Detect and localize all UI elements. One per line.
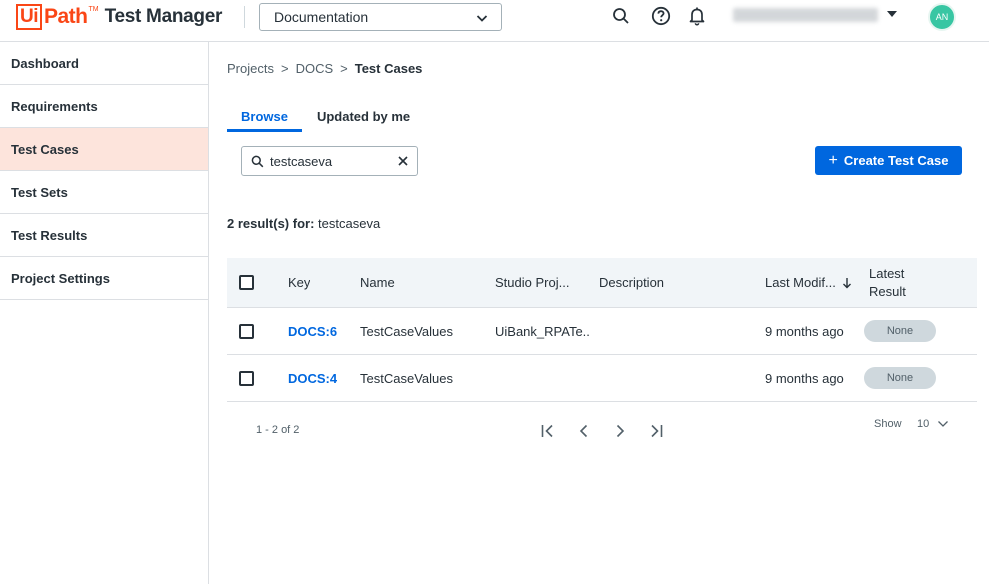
bell-icon[interactable] <box>686 5 708 27</box>
sidebar-item-project-settings[interactable]: Project Settings <box>0 257 208 300</box>
row-checkbox-cell <box>239 355 254 401</box>
column-header-latest-result-line2: Result <box>869 283 906 299</box>
sidebar-item-test-results[interactable]: Test Results <box>0 214 208 257</box>
page-size-label: Show <box>874 418 902 430</box>
breadcrumb-test-cases: Test Cases <box>354 61 423 76</box>
test-case-key-link[interactable]: DOCS:4 <box>288 355 337 401</box>
select-all-checkbox-cell <box>239 258 254 307</box>
logo-ui-mark: Ui <box>16 4 42 30</box>
tab-bar: Browse Updated by me <box>227 100 424 132</box>
sort-arrow-down-icon[interactable] <box>842 277 852 289</box>
create-test-case-button[interactable]: + Create Test Case <box>815 146 962 175</box>
last-page-icon[interactable] <box>646 421 666 441</box>
chevron-down-icon <box>475 11 489 28</box>
caret-down-icon[interactable] <box>887 11 897 17</box>
avatar[interactable]: AN <box>928 3 956 31</box>
chevron-down-icon[interactable] <box>937 419 949 429</box>
app-header: Ui Path TM Test Manager Documentation AN <box>0 0 989 42</box>
results-summary: 2 result(s) for: testcaseva <box>227 216 380 231</box>
tab-updated-by-me[interactable]: Updated by me <box>302 100 424 132</box>
help-icon[interactable] <box>650 5 672 27</box>
first-page-icon[interactable] <box>538 421 558 441</box>
search-icon[interactable] <box>610 5 632 27</box>
column-header-last-modified-label: Last Modif... <box>765 275 836 290</box>
test-case-studio-project: UiBank_RPATe... <box>495 323 591 339</box>
select-all-checkbox[interactable] <box>239 275 254 290</box>
project-selector-value: Documentation <box>274 9 369 25</box>
user-name-blurred[interactable] <box>733 8 878 22</box>
plus-icon: + <box>828 151 838 169</box>
test-cases-table: Key Name Studio Proj... Description Last… <box>227 258 977 402</box>
header-divider <box>244 6 245 28</box>
uipath-logo[interactable]: Ui Path TM Test Manager <box>16 3 222 31</box>
sidebar-item-test-cases[interactable]: Test Cases <box>0 128 208 171</box>
breadcrumb: Projects > DOCS > Test Cases <box>227 61 422 76</box>
logo-trademark: TM <box>88 5 99 13</box>
search-input[interactable] <box>270 153 390 169</box>
breadcrumb-projects[interactable]: Projects <box>227 61 274 76</box>
sidebar-nav: Dashboard Requirements Test Cases Test S… <box>0 42 209 584</box>
breadcrumb-docs[interactable]: DOCS <box>296 61 334 76</box>
column-header-latest-result-line1: Latest <box>869 265 905 281</box>
sidebar-item-dashboard[interactable]: Dashboard <box>0 42 208 85</box>
previous-page-icon[interactable] <box>574 421 594 441</box>
row-checkbox-cell <box>239 308 254 354</box>
tab-browse[interactable]: Browse <box>227 100 302 132</box>
column-header-latest-result[interactable]: Latest Result <box>869 258 906 307</box>
latest-result-cell: None <box>864 355 936 401</box>
status-badge: None <box>864 320 936 342</box>
next-page-icon[interactable] <box>610 421 630 441</box>
test-case-key-link[interactable]: DOCS:6 <box>288 308 337 354</box>
product-name: Test Manager <box>104 6 223 27</box>
test-case-name: TestCaseValues <box>360 370 453 386</box>
column-header-key[interactable]: Key <box>288 258 310 307</box>
test-case-last-modified: 9 months ago <box>765 323 844 339</box>
test-case-name: TestCaseValues <box>360 323 453 339</box>
project-selector[interactable]: Documentation <box>259 3 502 31</box>
results-query: testcaseva <box>318 216 381 231</box>
results-count: 2 result(s) for: <box>227 216 315 231</box>
table-header: Key Name Studio Proj... Description Last… <box>227 258 977 308</box>
test-case-studio-project <box>495 355 591 401</box>
search-icon <box>251 155 264 168</box>
page-size-value[interactable]: 10 <box>917 418 929 430</box>
latest-result-cell: None <box>864 308 936 354</box>
test-case-last-modified: 9 months ago <box>765 370 844 386</box>
column-header-last-modified[interactable]: Last Modif... <box>765 258 852 307</box>
create-test-case-label: Create Test Case <box>843 153 949 168</box>
pagination-range: 1 - 2 of 2 <box>256 424 300 436</box>
column-header-name[interactable]: Name <box>360 258 395 307</box>
close-icon[interactable] <box>397 155 409 167</box>
row-checkbox[interactable] <box>239 323 254 339</box>
search-box <box>241 146 418 176</box>
logo-path-text: Path <box>44 5 88 28</box>
column-header-studio-project[interactable]: Studio Proj... <box>495 258 569 307</box>
column-header-description[interactable]: Description <box>599 258 664 307</box>
breadcrumb-separator: > <box>280 61 289 76</box>
sidebar-item-requirements[interactable]: Requirements <box>0 85 208 128</box>
row-checkbox[interactable] <box>239 370 254 386</box>
table-row[interactable]: DOCS:4 TestCaseValues 9 months ago None <box>227 355 977 402</box>
status-badge: None <box>864 367 936 389</box>
breadcrumb-separator: > <box>340 61 348 76</box>
table-row[interactable]: DOCS:6 TestCaseValues UiBank_RPATe... 9 … <box>227 308 977 355</box>
sidebar-item-test-sets[interactable]: Test Sets <box>0 171 208 214</box>
